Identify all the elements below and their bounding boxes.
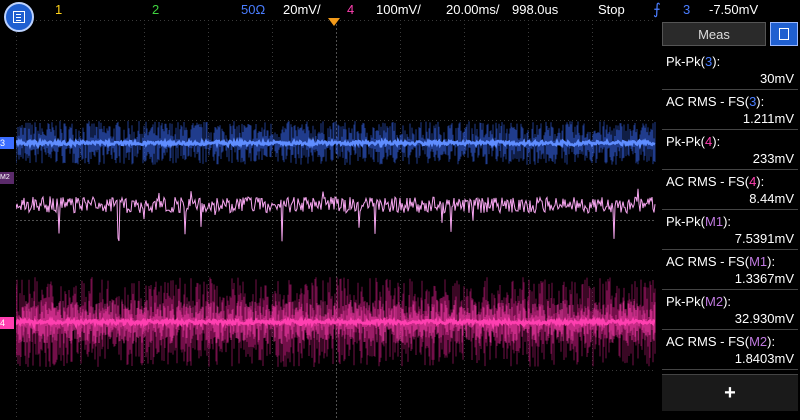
measurement-value: 233mV bbox=[752, 151, 794, 166]
measurement-label: AC RMS - FS(M1): bbox=[666, 254, 776, 269]
measurement-label: AC RMS - FS(4): bbox=[666, 174, 765, 189]
measurement-item[interactable]: Pk-Pk(3): 30mV bbox=[662, 50, 798, 90]
measurement-label: Pk-Pk(M2): bbox=[666, 294, 732, 309]
meas-tab[interactable]: Meas bbox=[662, 22, 766, 46]
panel-icon bbox=[779, 28, 789, 40]
measurement-item[interactable]: Pk-Pk(M1): 7.5391mV bbox=[662, 210, 798, 250]
measurement-item[interactable]: AC RMS - FS(M2): 1.8403mV bbox=[662, 330, 798, 370]
trigger-channel[interactable]: 3 bbox=[683, 2, 690, 17]
ch3-scale[interactable]: 20mV/ bbox=[283, 2, 321, 17]
ch1-label[interactable]: 1 bbox=[55, 2, 62, 17]
measurement-value: 30mV bbox=[760, 71, 794, 86]
trigger-level[interactable]: -7.50mV bbox=[709, 2, 758, 17]
run-state[interactable]: Stop bbox=[598, 2, 625, 17]
panel-toggle-button[interactable] bbox=[770, 22, 798, 46]
menu-icon bbox=[13, 11, 25, 23]
measurement-panel: Meas Pk-Pk(3): 30mV AC RMS - FS(3): 1.211mV… bbox=[660, 20, 800, 420]
measurement-label: Pk-Pk(3): bbox=[666, 54, 721, 69]
measurement-item[interactable]: AC RMS - FS(M1): 1.3367mV bbox=[662, 250, 798, 290]
main-menu-button[interactable] bbox=[4, 2, 34, 32]
ch3-ground-marker[interactable]: 3 bbox=[0, 137, 14, 149]
measurement-value: 7.5391mV bbox=[734, 231, 794, 246]
add-measurement-button[interactable]: + bbox=[662, 374, 798, 411]
measurement-value: 32.930mV bbox=[734, 311, 794, 326]
m2-marker[interactable]: M2 bbox=[0, 172, 14, 184]
ch4-scale[interactable]: 100mV/ bbox=[376, 2, 421, 17]
waveform-display[interactable] bbox=[16, 20, 656, 420]
waveforms bbox=[16, 121, 656, 367]
measurement-value: 1.3367mV bbox=[734, 271, 794, 286]
trigger-edge-icon[interactable]: ⨍ bbox=[653, 0, 661, 18]
trigger-position-marker[interactable] bbox=[328, 18, 340, 26]
measurement-item[interactable]: AC RMS - FS(4): 8.44mV bbox=[662, 170, 798, 210]
measurement-list: Pk-Pk(3): 30mV AC RMS - FS(3): 1.211mV Pk-Pk… bbox=[662, 50, 798, 370]
measurement-value: 1.8403mV bbox=[734, 351, 794, 366]
ch4-ground-marker[interactable]: 4 bbox=[0, 317, 14, 329]
ch4-label[interactable]: 4 bbox=[347, 2, 354, 17]
measurement-value: 8.44mV bbox=[749, 191, 794, 206]
measurement-item[interactable]: AC RMS - FS(3): 1.211mV bbox=[662, 90, 798, 130]
measurement-label: AC RMS - FS(3): bbox=[666, 94, 765, 109]
ch3-impedance[interactable]: 50Ω bbox=[241, 2, 265, 17]
measurement-item[interactable]: Pk-Pk(M2): 32.930mV bbox=[662, 290, 798, 330]
measurement-value: 1.211mV bbox=[742, 111, 794, 126]
measurement-label: Pk-Pk(4): bbox=[666, 134, 721, 149]
measurement-label: Pk-Pk(M1): bbox=[666, 214, 732, 229]
delay[interactable]: 998.0us bbox=[512, 2, 558, 17]
status-bar: 1 2 50Ω 20mV/ 4 100mV/ 20.00ms/ 998.0us … bbox=[0, 0, 800, 20]
measurement-item[interactable]: Pk-Pk(4): 233mV bbox=[662, 130, 798, 170]
ch2-label[interactable]: 2 bbox=[152, 2, 159, 17]
timebase[interactable]: 20.00ms/ bbox=[446, 2, 499, 17]
measurement-label: AC RMS - FS(M2): bbox=[666, 334, 776, 349]
